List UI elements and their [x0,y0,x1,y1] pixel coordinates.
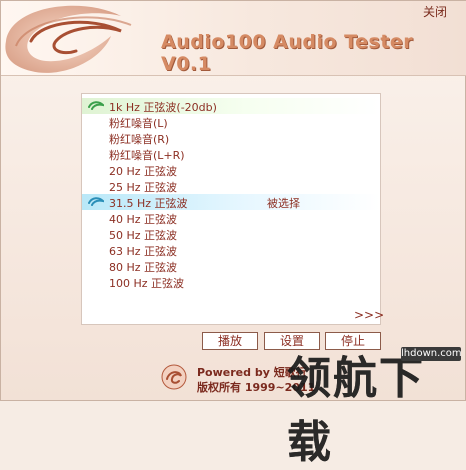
list-item[interactable]: 25 Hz 正弦波 [82,178,380,194]
list-item-label: 40 Hz 正弦波 [109,213,178,226]
more-link[interactable]: >>> [354,308,384,322]
list-item[interactable]: 粉红噪音(L+R) [82,146,380,162]
list-item[interactable]: 40 Hz 正弦波 [82,210,380,226]
list-item[interactable]: 20 Hz 正弦波 [82,162,380,178]
list-item[interactable]: 63 Hz 正弦波 [82,242,380,258]
list-item-label: 25 Hz 正弦波 [109,181,178,194]
list-item[interactable]: 粉红噪音(R) [82,130,380,146]
list-item-label: 50 Hz 正弦波 [109,229,178,242]
list-item-selected[interactable]: 31.5 Hz 正弦波 被选择 [82,194,380,210]
list-item[interactable]: 80 Hz 正弦波 [82,258,380,274]
green-swoosh-icon [88,101,104,110]
watermark-domain: lhdown.com [401,347,462,361]
list-item[interactable]: 粉红噪音(L) [82,114,380,130]
blue-swoosh-icon [88,197,104,206]
list-item-label: 31.5 Hz 正弦波 [109,197,188,210]
signal-list: 1k Hz 正弦波(-20db) 粉红噪音(L) 粉红噪音(R) 粉红噪音(L+… [81,93,384,325]
selected-status: 被选择 [267,197,300,210]
list-item[interactable]: 50 Hz 正弦波 [82,226,380,242]
play-button[interactable]: 播放 [202,332,258,350]
list-item[interactable]: 100 Hz 正弦波 [82,274,380,290]
close-button[interactable]: 关闭 [415,3,455,21]
list-item-label: 粉红噪音(L) [109,117,168,130]
list-item-label: 63 Hz 正弦波 [109,245,178,258]
list-item-label: 粉红噪音(R) [109,133,170,146]
app-title: Audio100 Audio Tester V0.1 [161,31,414,75]
app-window: Audio100 Audio Tester V0.1 关闭 1k Hz 正弦波(… [0,0,466,468]
list-item-label: 100 Hz 正弦波 [109,277,185,290]
list-item[interactable]: 1k Hz 正弦波(-20db) [82,98,380,114]
footer-logo-icon [161,364,187,390]
swirl-logo-icon [5,5,132,73]
list-item-label: 20 Hz 正弦波 [109,165,178,178]
list-item-label: 80 Hz 正弦波 [109,261,178,274]
list-item-label: 粉红噪音(L+R) [109,149,185,162]
list-item-label: 1k Hz 正弦波(-20db) [109,101,217,114]
header-bar: Audio100 Audio Tester V0.1 关闭 [1,1,466,76]
